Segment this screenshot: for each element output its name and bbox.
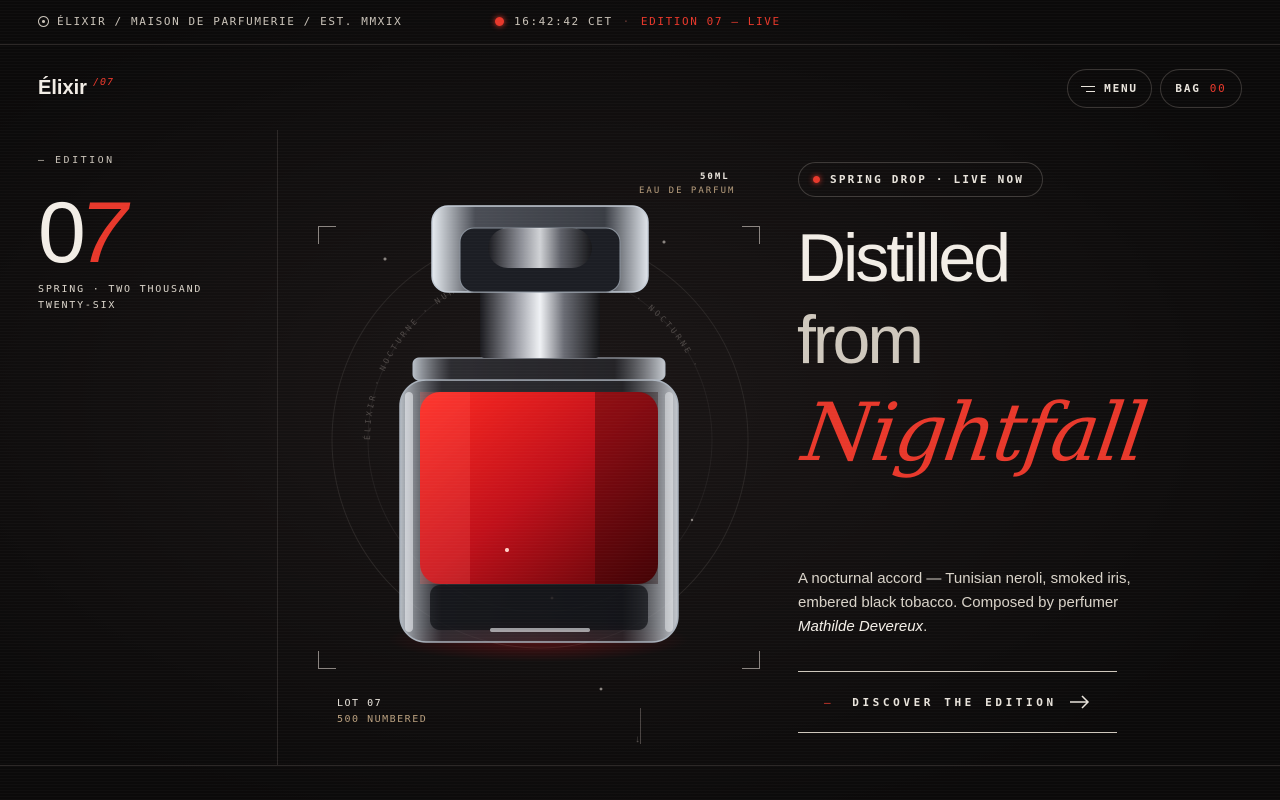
menu-button[interactable]: MENU (1067, 69, 1152, 108)
edition-number-second: 7 (79, 185, 128, 281)
edition-label: — EDITION (38, 155, 115, 166)
brand-line-text: ÉLIXIR / MAISON DE PARFUMERIE / EST. MMX… (57, 15, 403, 28)
lot-info: LOT 07 500 NUMBERED (337, 696, 427, 728)
scroll-arrow-icon[interactable]: ↓ (635, 734, 640, 745)
arrow-right-icon (1070, 695, 1090, 709)
cta-dash: — (824, 695, 835, 709)
separator: · (622, 15, 631, 28)
hamburger-icon (1081, 85, 1096, 93)
brand-line: ÉLIXIR / MAISON DE PARFUMERIE / EST. MMX… (38, 15, 402, 28)
scroll-hint-line (640, 708, 641, 744)
edition-season: SPRING · TWO THOUSAND TWENTY-SIX (38, 284, 203, 311)
top-bar: ÉLIXIR / MAISON DE PARFUMERIE / EST. MMX… (0, 0, 1280, 45)
bag-button[interactable]: BAG 00 (1160, 69, 1242, 108)
discover-label: DISCOVER THE EDITION (852, 695, 1057, 709)
logo[interactable]: Élixir (38, 77, 87, 100)
edition-status: EDITION 07 — LIVE (640, 15, 781, 28)
product-description: A nocturnal accord — Tunisian neroli, sm… (798, 567, 1158, 639)
lot-number: LOT 07 (337, 698, 383, 709)
perfume-bottle-illustration: ÉLIXIR · NOCTURNE · NUMBERED · MMXXVI · … (331, 205, 749, 691)
bottom-divider (0, 765, 1280, 766)
bag-count: 00 (1209, 82, 1227, 95)
live-clock: 16:42:42 CET · EDITION 07 — LIVE (495, 15, 781, 28)
column-divider (277, 130, 278, 765)
description-end: . (923, 618, 928, 635)
discover-edition-button[interactable]: — DISCOVER THE EDITION (798, 671, 1117, 733)
perfumer-name: Mathilde Devereux (798, 618, 924, 635)
description-text: A nocturnal accord — Tunisian neroli, sm… (798, 570, 1131, 611)
live-dot-icon (813, 176, 820, 183)
target-icon (38, 16, 49, 27)
headline-line-1: Distilled (797, 220, 1011, 296)
clock-time: 16:42:42 CET (514, 15, 613, 28)
logo-edition-sup: /07 (93, 77, 115, 88)
headline-line-2: from (797, 302, 924, 378)
menu-label: MENU (1104, 82, 1138, 95)
bag-label: BAG (1175, 82, 1201, 95)
edition-number: 07 (38, 185, 128, 281)
spring-drop-label: SPRING DROP · LIVE NOW (830, 173, 1025, 186)
headline-line-3: Nightfall (797, 386, 1152, 479)
live-dot-icon (495, 17, 504, 26)
edition-number-first: 0 (38, 185, 86, 281)
lot-numbered: 500 NUMBERED (337, 714, 428, 725)
spring-drop-badge[interactable]: SPRING DROP · LIVE NOW (798, 162, 1043, 197)
product-visual: 50ML EAU DE PARFUM ÉLIXIR · NOCTURNE · N… (280, 130, 780, 760)
